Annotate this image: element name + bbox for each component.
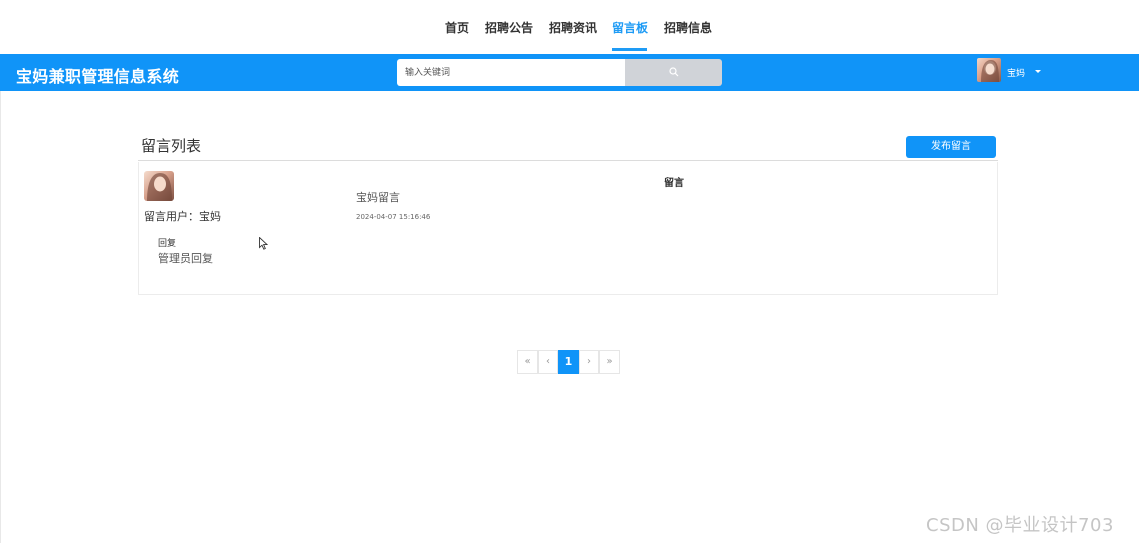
divider: [138, 160, 998, 161]
reply-text: 管理员回复: [158, 252, 213, 265]
nav-item-news[interactable]: 招聘资讯: [549, 19, 597, 36]
chevron-down-icon[interactable]: [1035, 70, 1041, 73]
search-button[interactable]: [625, 59, 722, 86]
pagination-prev[interactable]: ‹: [538, 350, 558, 374]
message-user: 留言用户：宝妈: [144, 210, 221, 223]
nav-item-job-info[interactable]: 招聘信息: [664, 19, 712, 36]
pagination-page-1[interactable]: 1: [558, 350, 579, 374]
pagination-next[interactable]: ›: [579, 350, 599, 374]
active-tab-indicator: [612, 48, 647, 51]
nav-item-home[interactable]: 首页: [445, 19, 469, 36]
user-avatar[interactable]: [977, 58, 1001, 82]
reply-label: 回复: [158, 239, 177, 249]
message-card: [138, 162, 998, 295]
pagination-first[interactable]: «: [517, 350, 538, 374]
pagination-last[interactable]: »: [599, 350, 620, 374]
avatar-image: [147, 173, 172, 201]
page-title: 留言列表: [141, 137, 202, 155]
site-title: 宝妈兼职管理信息系统: [16, 67, 180, 86]
post-message-button[interactable]: 发布留言: [906, 136, 996, 158]
watermark: CSDN @毕业设计703: [926, 515, 1114, 536]
page-edge: [0, 91, 1, 543]
search-input[interactable]: [397, 59, 625, 86]
nav-item-message-board[interactable]: 留言板: [612, 19, 648, 36]
mouse-cursor-icon: [259, 237, 268, 250]
user-name[interactable]: 宝妈: [1007, 66, 1025, 79]
avatar-image: [981, 60, 999, 82]
search-icon: [669, 67, 679, 77]
message-column-header: 留言: [664, 178, 684, 189]
message-timestamp: 2024-04-07 15:16:46: [356, 213, 431, 221]
nav-item-announcements[interactable]: 招聘公告: [485, 19, 533, 36]
avatar: [144, 171, 174, 201]
message-content: 宝妈留言: [356, 191, 400, 204]
